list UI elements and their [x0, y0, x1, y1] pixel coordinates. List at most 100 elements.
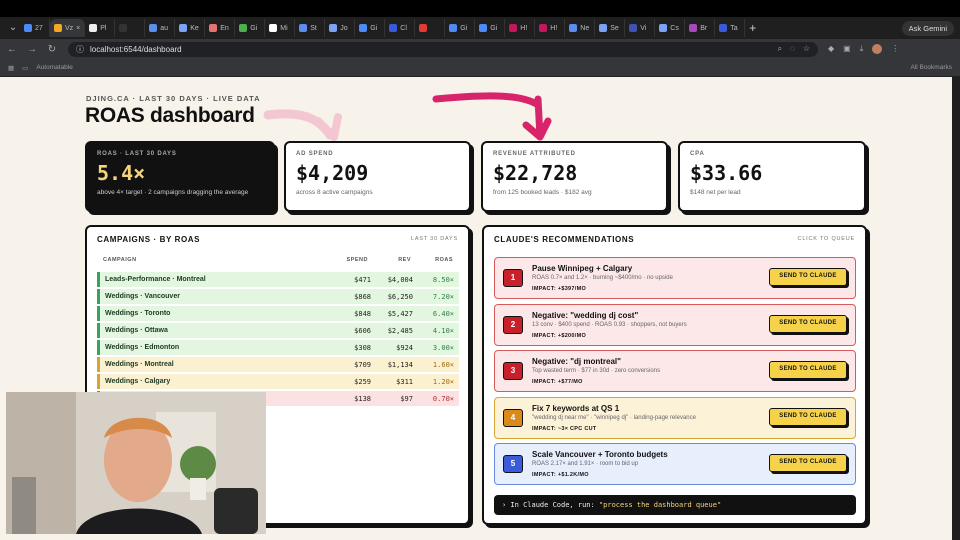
- col-roas: ROAS: [435, 257, 453, 263]
- cpa-card: CPA $33.66 $148 net per lead: [678, 141, 866, 212]
- tab-label: H!: [550, 24, 558, 32]
- tab-favicon-icon: [479, 24, 488, 32]
- browser-tab[interactable]: H!: [505, 19, 536, 37]
- tab-favicon-icon: [239, 24, 248, 32]
- cell-campaign: Leads-Performance · Montreal: [105, 276, 206, 283]
- browser-tab[interactable]: Cl: [385, 19, 416, 37]
- table-row[interactable]: Weddings · Vancouver $868 $6,250 7.20×: [97, 289, 459, 304]
- cell-campaign: Weddings · Edmonton: [105, 344, 180, 351]
- browser-tab[interactable]: H!: [535, 19, 566, 37]
- tab-favicon-icon: [389, 24, 398, 32]
- browser-tab[interactable]: Se: [595, 19, 626, 37]
- browser-tab[interactable]: Gi: [445, 19, 476, 37]
- tab-label: Ta: [730, 24, 738, 32]
- send-to-claude-button[interactable]: SEND TO CLAUDE: [769, 454, 847, 472]
- cell-roas: 6.40×: [432, 310, 454, 318]
- tab-favicon-icon: [419, 24, 428, 32]
- card-subtext: across 8 active campaigns: [296, 189, 373, 196]
- browser-tab[interactable]: Gi: [355, 19, 386, 37]
- recommendation-number: 5: [503, 455, 523, 473]
- bookmark-automatable[interactable]: Automatable: [36, 64, 73, 71]
- recommendation-card: 1 Pause Winnipeg + Calgary ROAS 0.7× and 1…: [494, 257, 856, 299]
- revenue-card: REVENUE ATTRIBUTED $22,728 from 125 book…: [481, 141, 668, 212]
- reload-icon[interactable]: ↻: [44, 44, 60, 55]
- browser-tab[interactable]: Ke: [175, 19, 206, 37]
- table-row[interactable]: Weddings · Edmonton $308 $924 3.00×: [97, 340, 459, 355]
- recommendation-number: 3: [503, 362, 523, 380]
- tab-label: H!: [520, 24, 528, 32]
- menu-icon[interactable]: ⋮: [891, 44, 899, 54]
- browser-tab[interactable]: St: [295, 19, 326, 37]
- recommendation-impact: IMPACT: +$397/MO: [532, 286, 587, 292]
- apps-grid-icon[interactable]: ▦: [8, 64, 14, 72]
- browser-tab[interactable]: En: [205, 19, 236, 37]
- send-to-claude-button[interactable]: SEND TO CLAUDE: [769, 361, 847, 379]
- download-icon[interactable]: ⤓: [860, 44, 864, 54]
- send-to-claude-button[interactable]: SEND TO CLAUDE: [769, 314, 847, 333]
- card-subtext: from 125 booked leads · $182 avg: [493, 189, 592, 196]
- browser-tab[interactable]: [415, 19, 446, 37]
- browser-tab[interactable]: Cs: [655, 19, 686, 37]
- tab-label: St: [310, 24, 317, 32]
- table-row[interactable]: Weddings · Montreal $709 $1,134 1.60×: [97, 357, 459, 372]
- recommendation-card: 5 Scale Vancouver + Toronto budgets ROAS 2…: [494, 443, 856, 485]
- browser-tab[interactable]: Ta: [715, 19, 746, 37]
- extensions-puzzle-icon[interactable]: ▣: [843, 44, 851, 54]
- forward-icon[interactable]: →: [24, 44, 40, 55]
- tab-favicon-icon: [449, 24, 458, 32]
- tab-search-icon[interactable]: ⌄: [6, 21, 20, 35]
- zoom-icon[interactable]: ⌕: [778, 44, 782, 54]
- send-to-claude-button[interactable]: SEND TO CLAUDE: [769, 268, 847, 286]
- table-row[interactable]: Weddings · Calgary $259 $311 1.20×: [97, 374, 459, 389]
- tab-label: Gi: [460, 24, 468, 32]
- browser-tab[interactable]: 27: [20, 19, 50, 37]
- cell-campaign: Weddings · Calgary: [105, 378, 171, 385]
- table-header: CAMPAIGN SPEND REV ROAS: [97, 257, 463, 267]
- browser-tab[interactable]: Br: [685, 19, 716, 37]
- send-to-claude-button[interactable]: SEND TO CLAUDE: [769, 407, 847, 426]
- table-row[interactable]: Weddings · Ottawa $606 $2,485 4.10×: [97, 323, 459, 338]
- extension-icon[interactable]: ◆: [828, 44, 834, 54]
- browser-tab[interactable]: Gi: [235, 19, 266, 37]
- profile-avatar[interactable]: [872, 44, 883, 54]
- browser-tab[interactable]: Gi: [475, 19, 506, 37]
- browser-tab[interactable]: [115, 19, 146, 37]
- all-bookmarks[interactable]: All Bookmarks: [910, 64, 952, 71]
- faded-arrow-head: [314, 113, 342, 141]
- pink-arrow-head: [522, 95, 552, 141]
- command-prefix: › In Claude Code, run:: [502, 501, 595, 509]
- recommendation-title: Fix 7 keywords at QS 1: [532, 403, 620, 413]
- new-tab-button[interactable]: +: [749, 21, 756, 35]
- tab-label: Jo: [340, 24, 348, 32]
- campaigns-period: LAST 30 DAYS: [411, 236, 458, 242]
- browser-tab[interactable]: Mi: [265, 19, 296, 37]
- browser-tab[interactable]: Pl: [85, 19, 116, 37]
- tab-label: Cs: [670, 24, 679, 32]
- recommendation-title: Negative: "wedding dj cost": [532, 310, 639, 320]
- table-row[interactable]: Weddings · Toronto $848 $5,427 6.40×: [97, 306, 459, 321]
- browser-tab[interactable]: Jo: [325, 19, 356, 37]
- card-subtext: above 4× target · 2 campaigns dragging t…: [97, 189, 249, 196]
- star-icon[interactable]: ☆: [803, 44, 810, 54]
- browser-tab[interactable]: Vi: [625, 19, 656, 37]
- command-quote: "process the dashboard queue": [598, 501, 722, 509]
- cell-roas: 1.20×: [432, 378, 454, 386]
- card-label: ROAS · LAST 30 DAYS: [97, 151, 177, 157]
- table-row[interactable]: Leads-Performance · Montreal $471 $4,004 8.…: [97, 272, 459, 287]
- site-info-icon[interactable]: ⓘ: [76, 44, 84, 55]
- url-field[interactable]: ⓘ localhost:6544/dashboard ⌕ ◌ ☆: [68, 41, 818, 57]
- folder-icon: ▭: [22, 64, 29, 72]
- page-scrollbar[interactable]: [952, 77, 960, 540]
- ask-gemini-button[interactable]: Ask Gemini: [901, 20, 954, 36]
- webcam-overlay: [6, 392, 266, 534]
- eye-off-icon[interactable]: ◌: [790, 44, 795, 54]
- url-text: localhost:6544/dashboard: [90, 44, 182, 54]
- browser-tab[interactable]: au: [145, 19, 176, 37]
- close-tab-icon[interactable]: ×: [76, 25, 80, 32]
- click-to-queue-hint: CLICK TO QUEUE: [797, 236, 855, 242]
- back-icon[interactable]: ←: [4, 44, 20, 55]
- browser-tab[interactable]: Ne: [565, 19, 596, 37]
- tab-label: Pl: [100, 24, 107, 32]
- tab-favicon-icon: [269, 24, 278, 32]
- browser-tab[interactable]: Vz ×: [50, 19, 86, 37]
